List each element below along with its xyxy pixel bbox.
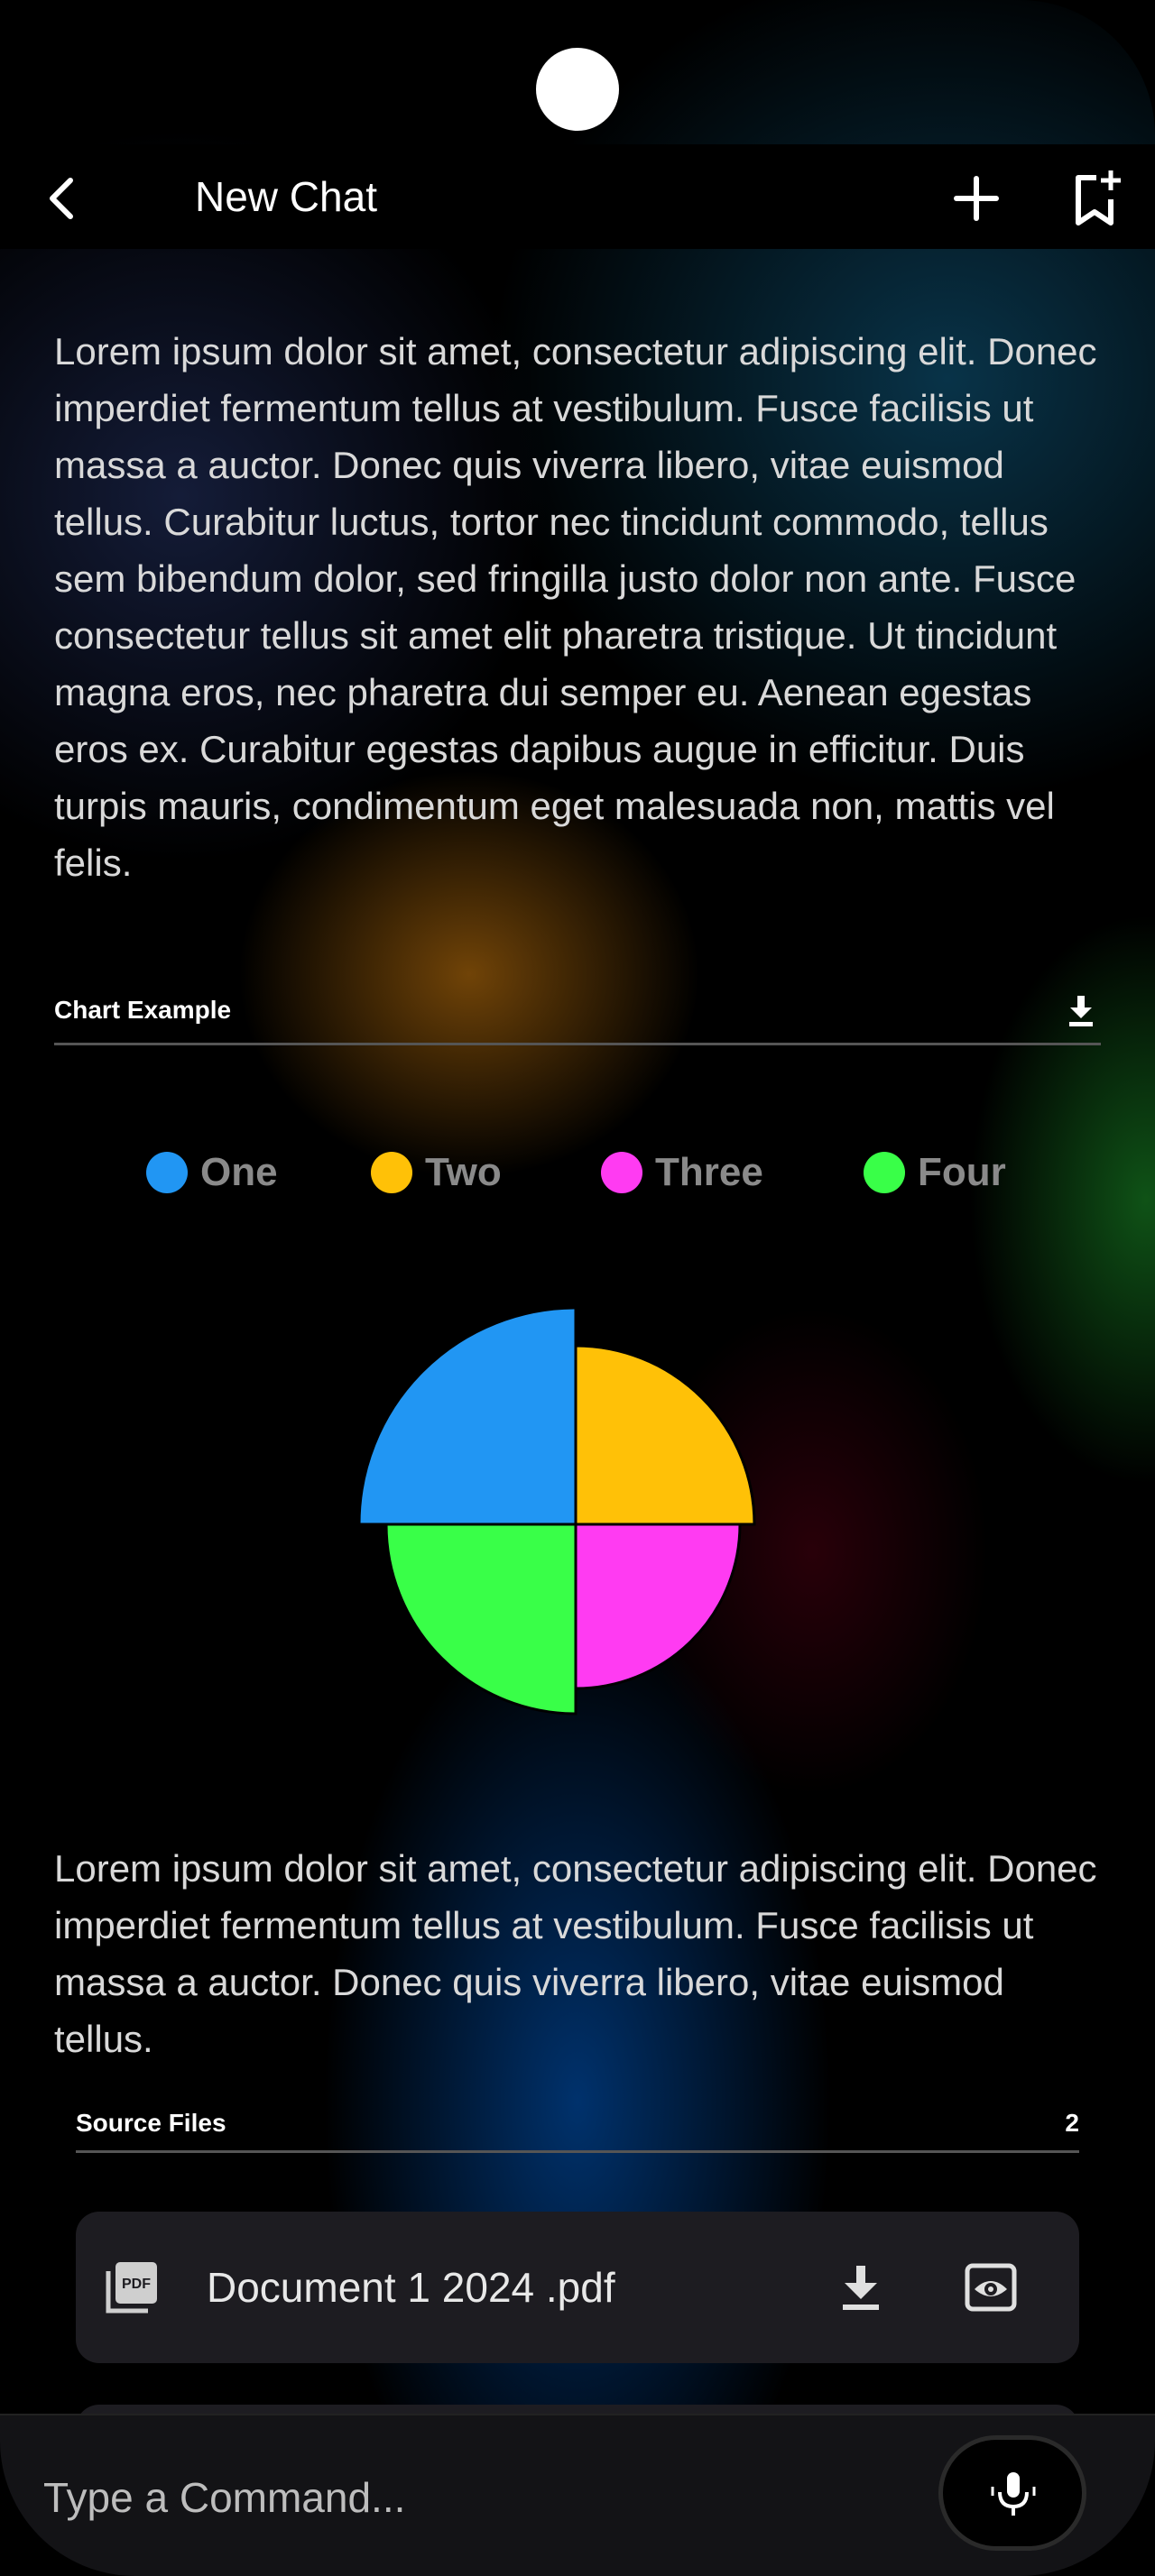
legend-label: Two: [425, 1150, 502, 1194]
chart-legend: One Two Three Four: [0, 1150, 1155, 1213]
page-title: New Chat: [195, 173, 377, 220]
source-files-header: Source Files 2: [76, 2109, 1079, 2153]
pie-chart: [357, 1306, 756, 1716]
chart-section-header: Chart Example: [54, 990, 1101, 1045]
legend-swatch: [146, 1152, 188, 1193]
legend-swatch: [371, 1152, 412, 1193]
bookmark-add-icon: [1076, 170, 1121, 225]
camera-cutout: [536, 48, 619, 131]
legend-item: One: [146, 1150, 278, 1195]
pie-slice-two: [574, 1344, 756, 1526]
legend-item: Four: [864, 1150, 1006, 1195]
pdf-icon: PDF: [106, 2262, 157, 2314]
eye-icon: [965, 2263, 1017, 2312]
legend-item: Three: [601, 1150, 763, 1195]
command-input[interactable]: [42, 2465, 857, 2530]
microphone-button[interactable]: [938, 2435, 1086, 2551]
download-icon: [1069, 996, 1093, 1026]
phone-screen: New Chat Lorem ipsum dolor sit amet, con…: [0, 0, 1155, 2576]
chart-section-label: Chart Example: [54, 996, 232, 1024]
message-paragraph: Lorem ipsum dolor sit amet, consectetur …: [54, 330, 1097, 884]
bookmark-add-button[interactable]: [1069, 167, 1127, 230]
file-download-button[interactable]: [832, 2259, 890, 2316]
pie-slice-four: [384, 1523, 578, 1716]
source-files-count: 2: [1065, 2109, 1079, 2137]
source-files-label: Source Files: [76, 2109, 226, 2137]
legend-item: Two: [371, 1150, 502, 1195]
microphone-icon: [991, 2472, 1036, 2516]
source-file-card[interactable]: PDF Document 1 2024 .pdf: [76, 2212, 1079, 2363]
plus-icon: [954, 176, 999, 221]
chevron-left-icon: [50, 178, 73, 219]
message-paragraph: Lorem ipsum dolor sit amet, consectetur …: [54, 1847, 1097, 2060]
source-file-name: Document 1 2024 .pdf: [207, 2264, 615, 2311]
command-composer: [0, 2414, 1155, 2576]
download-icon: [843, 2266, 879, 2310]
legend-swatch: [601, 1152, 642, 1193]
pie-slice-three: [574, 1523, 742, 1690]
legend-label: One: [200, 1150, 278, 1194]
chart-download-button[interactable]: [1061, 990, 1101, 1030]
file-preview-button[interactable]: [962, 2259, 1020, 2316]
back-button[interactable]: [36, 171, 90, 225]
legend-label: Four: [918, 1150, 1006, 1194]
legend-swatch: [864, 1152, 905, 1193]
svg-text:PDF: PDF: [122, 2277, 151, 2292]
top-app-bar: New Chat: [0, 144, 1155, 249]
new-chat-button[interactable]: [947, 170, 1005, 227]
legend-label: Three: [655, 1150, 763, 1194]
pie-slice-one: [357, 1306, 578, 1526]
